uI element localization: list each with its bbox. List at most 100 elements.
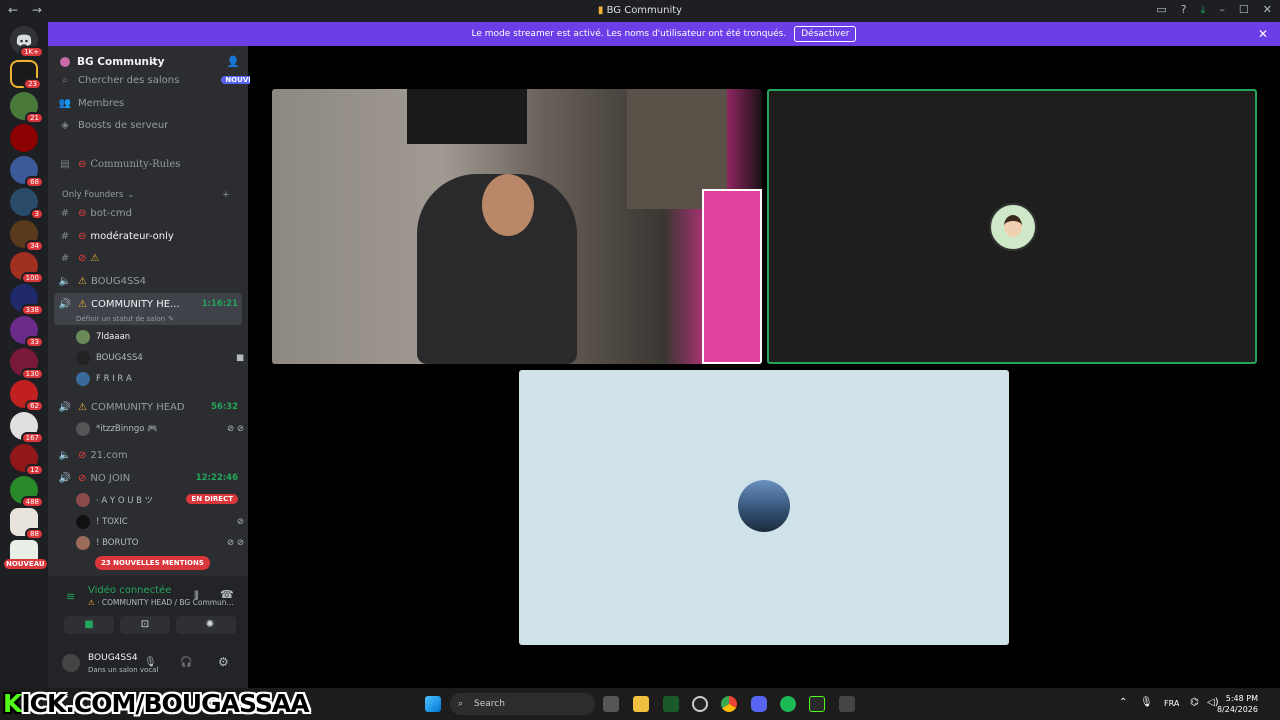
- settings-icon[interactable]: ⚙: [218, 655, 229, 669]
- channel-warning[interactable]: # ⊘ ⚠: [58, 249, 103, 267]
- unread-badge: 1K+: [19, 46, 44, 58]
- voice-user[interactable]: *itzzBinngo 🎮 ⊘ ⊘: [76, 420, 244, 438]
- maximize-button[interactable]: ☐: [1239, 3, 1249, 17]
- voice-user[interactable]: BOUG4SS4 ■: [76, 349, 244, 367]
- server-icon-14[interactable]: 488: [10, 476, 44, 508]
- app-icon-green[interactable]: [663, 696, 679, 712]
- voice-channel-boug[interactable]: 🔈 ⚠ BOUG4SS4: [58, 272, 146, 290]
- voice-user[interactable]: 7ldaaan: [76, 328, 130, 346]
- voice-location-label: COMMUNITY HEAD / BG Commun...: [101, 598, 234, 607]
- microphone-icon[interactable]: 🎙: [144, 657, 157, 668]
- server-icon-11[interactable]: 62: [10, 380, 44, 412]
- obs-icon[interactable]: [692, 696, 708, 712]
- spotify-icon[interactable]: [780, 696, 796, 712]
- speaker-icon: 🔈: [58, 449, 72, 461]
- camera-button[interactable]: ■: [64, 616, 114, 634]
- chevron-down-icon: ⌄: [149, 55, 158, 67]
- channel-rules[interactable]: ▤ ⊖ Community-Rules: [58, 155, 180, 173]
- wall-shelf: [407, 89, 527, 144]
- chrome-icon[interactable]: [721, 696, 737, 712]
- search-channels[interactable]: ⌕ Chercher des salons NOUVEAU: [58, 71, 268, 89]
- rules-label: Community-Rules: [90, 158, 181, 170]
- rules-icon: ▤: [60, 158, 70, 170]
- server-icon-5[interactable]: 3: [10, 188, 44, 220]
- tray-mic-icon[interactable]: 🎙: [1140, 697, 1153, 708]
- task-view-icon[interactable]: [603, 696, 619, 712]
- server-icon-7[interactable]: 100: [10, 252, 44, 284]
- windows-start-icon[interactable]: [425, 696, 441, 712]
- channel-bot-cmd[interactable]: # ⊖ bot-cmd: [58, 204, 132, 222]
- voice-user[interactable]: ! BORUTO ⊘ ⊘: [76, 534, 244, 552]
- server-icon-3[interactable]: [10, 124, 38, 152]
- video-tile-speaking[interactable]: [767, 89, 1257, 364]
- voice-user[interactable]: ! TOXIC ⊘: [76, 513, 244, 531]
- clock-date: 8/24/2026: [1216, 705, 1258, 714]
- search-channels-icon: ⌕: [62, 74, 68, 86]
- avatar: [76, 351, 90, 365]
- hash-icon: #: [60, 207, 70, 219]
- headset-icon[interactable]: 🎧: [180, 657, 192, 668]
- server-header-icon: [60, 57, 70, 67]
- voice-location[interactable]: ⚠ · COMMUNITY HEAD / BG Commun...: [88, 598, 234, 607]
- download-icon[interactable]: ⤓: [1201, 3, 1206, 17]
- server-icon-6[interactable]: 34: [10, 220, 44, 252]
- taskbar-search[interactable]: ⌕ Search: [450, 693, 595, 715]
- disconnect-icon[interactable]: ☎: [220, 588, 234, 601]
- screenshare-button[interactable]: ⊡: [120, 616, 170, 634]
- calculator-icon[interactable]: [839, 696, 855, 712]
- home-server[interactable]: 1K+: [10, 26, 44, 58]
- video-tile-stream[interactable]: [272, 89, 762, 364]
- add-channel-icon[interactable]: +: [222, 190, 229, 200]
- category-only-founders[interactable]: Only Founders ⌄ +: [62, 186, 230, 204]
- voice-channel-no-join[interactable]: 🔊 ⊘ NO JOIN: [58, 469, 130, 487]
- file-explorer-icon[interactable]: [633, 696, 649, 712]
- tray-chevron-icon[interactable]: ⌃: [1119, 697, 1127, 708]
- muted-icon: ⊘ ⊘: [227, 538, 244, 548]
- language-indicator[interactable]: FRA: [1164, 699, 1179, 708]
- add-member-icon[interactable]: 👤: [227, 55, 240, 68]
- soundboard-icon[interactable]: ⦀: [194, 589, 199, 603]
- video-tile-user[interactable]: [519, 370, 1009, 645]
- server-icon-1[interactable]: 23: [10, 60, 42, 90]
- avatar[interactable]: [62, 654, 80, 672]
- close-banner-icon[interactable]: ✕: [1258, 27, 1268, 41]
- live-badge: EN DIRECT: [186, 494, 238, 504]
- new-mentions-button[interactable]: 23 NOUVELLES MENTIONS: [95, 556, 210, 570]
- voice-channel-21com[interactable]: 🔈 ⊘ 21.com: [58, 446, 128, 464]
- effects-button[interactable]: ✺: [184, 616, 236, 634]
- server-icon-10[interactable]: 130: [10, 348, 44, 380]
- network-icon[interactable]: ⌬: [1190, 697, 1199, 708]
- user-name: ! BORUTO: [96, 538, 139, 548]
- user-name: ! TOXIC: [96, 517, 128, 527]
- minimize-button[interactable]: –: [1219, 3, 1225, 17]
- members-link[interactable]: 👥 Membres: [58, 94, 124, 112]
- inbox-icon[interactable]: ▭: [1156, 3, 1166, 17]
- kick-k: K: [3, 689, 22, 718]
- new-servers-badge: NOUVEAU: [4, 559, 47, 569]
- voice-channel-community-head[interactable]: 🔊 ⚠ COMMUNITY HEAD: [58, 398, 185, 416]
- channel-moderateur-only[interactable]: # ⊖ modérateur-only: [58, 227, 174, 245]
- user-name: 7ldaaan: [96, 332, 131, 342]
- server-icon-12[interactable]: 167: [10, 412, 44, 444]
- channel-label: NO JOIN: [90, 472, 131, 484]
- blocked-icon: ⊖: [78, 158, 87, 170]
- help-icon[interactable]: ?: [1181, 3, 1187, 17]
- voice-user[interactable]: F R I R A: [76, 370, 132, 388]
- channel-label: 21.com: [90, 449, 128, 461]
- server-icon-13[interactable]: 12: [10, 444, 44, 476]
- server-icon-9[interactable]: 33: [10, 316, 44, 348]
- discord-taskbar-icon[interactable]: [751, 696, 767, 712]
- boosts-link[interactable]: ◈ Boosts de serveur: [58, 116, 168, 134]
- server-icon-2[interactable]: 21: [10, 92, 44, 124]
- unread-badge: 167: [20, 432, 44, 444]
- server-icon-15[interactable]: 88: [10, 508, 44, 540]
- blocked-icon: ⊖: [78, 230, 87, 242]
- voice-timer: 1:16:21: [201, 299, 238, 309]
- disable-streamer-button[interactable]: Désactiver: [794, 26, 857, 42]
- server-icon-4[interactable]: 68: [10, 156, 44, 188]
- app-icon-dark[interactable]: [809, 696, 825, 712]
- server-icon-8[interactable]: 338: [10, 284, 44, 316]
- system-clock[interactable]: 5:48 PM 8/24/2026: [1217, 693, 1258, 715]
- set-status-link[interactable]: Définir un statut de salon ✎: [76, 310, 174, 328]
- close-button[interactable]: ✕: [1263, 3, 1272, 17]
